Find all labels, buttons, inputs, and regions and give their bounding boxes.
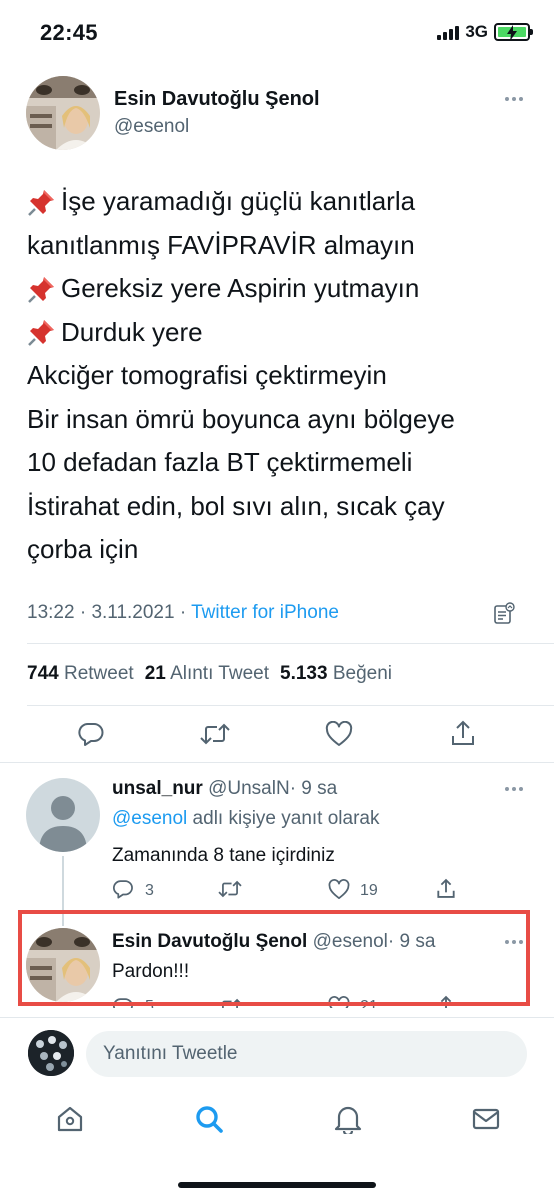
like-icon[interactable] xyxy=(328,879,350,900)
more-options-icon[interactable] xyxy=(505,787,523,791)
tweet-time: 13:22 xyxy=(27,602,75,623)
pushpin-icon xyxy=(28,276,54,303)
status-indicators: 3G xyxy=(437,22,533,42)
author-handle[interactable]: @esenol xyxy=(114,116,189,138)
signal-icon xyxy=(437,24,460,40)
reply-author-name[interactable]: unsal_nur xyxy=(112,778,203,799)
tweet-text: İşe yaramadığı güçlü kanıtlarla kanıtlan… xyxy=(27,180,527,572)
tweet-line-text: çorba için xyxy=(27,534,139,564)
tweet-line-text: Gereksiz yere Aspirin yutmayın xyxy=(61,273,420,303)
reply-to-suffix: adlı kişiye yanıt olarak xyxy=(187,808,380,829)
tweet-line-text: İstirahat edin, bol sıvı alın, sıcak çay xyxy=(27,490,445,521)
retweet-stat[interactable]: 744 Retweet xyxy=(27,663,134,685)
tweet-line-text: İşe yaramadığı güçlü kanıtlarla xyxy=(61,186,416,216)
tweet-line-text: Akciğer tomografisi çektirmeyin xyxy=(27,360,387,390)
like-stat[interactable]: 5.133 Beğeni xyxy=(280,663,392,685)
status-bar: 22:45 3G xyxy=(0,0,554,64)
home-icon[interactable] xyxy=(55,1104,85,1134)
tweet-line: Akciğer tomografisi çektirmeyin xyxy=(27,354,527,398)
quote-stat[interactable]: 21 Alıntı Tweet xyxy=(145,663,269,685)
tweet-line-text: Bir insan ömrü boyunca aynı bölgeye xyxy=(27,403,455,434)
divider xyxy=(0,762,554,763)
replying-to: @esenol adlı kişiye yanıt olarak xyxy=(112,808,379,830)
like-icon[interactable] xyxy=(325,721,353,747)
tweet-line: Bir insan ömrü boyunca aynı bölgeye xyxy=(27,398,527,442)
reply-compose-input[interactable] xyxy=(86,1031,527,1077)
battery-icon xyxy=(494,23,533,41)
tweet-line: çorba için xyxy=(27,528,527,572)
divider xyxy=(27,705,554,706)
reply-count: 3 xyxy=(145,882,154,899)
reply-time: · 9 sa xyxy=(289,778,338,799)
reply-header: unsal_nur @UnsalN· 9 sa xyxy=(112,778,337,800)
network-type: 3G xyxy=(465,22,488,41)
tweet-line: 10 defadan fazla BT çektirmemeli xyxy=(27,441,527,485)
reply-to-mention[interactable]: @esenol xyxy=(112,808,187,829)
status-time: 22:45 xyxy=(40,20,98,45)
tweet-line: kanıtlanmış FAVİPRAVİR almayın xyxy=(27,224,527,268)
more-options-icon[interactable] xyxy=(505,97,523,101)
search-icon[interactable] xyxy=(194,1104,224,1134)
tweet-line: İşe yaramadığı güçlü kanıtlarla xyxy=(27,180,527,224)
tweet-line-text: 10 defadan fazla BT çektirmemeli xyxy=(27,447,413,477)
pushpin-icon xyxy=(28,320,54,347)
notifications-icon[interactable] xyxy=(334,1104,362,1134)
reply-author-handle[interactable]: @UnsalN xyxy=(208,778,290,799)
author-name[interactable]: Esin Davutoğlu Şenol xyxy=(114,88,320,111)
reply-text: Zamanında 8 tane içirdiniz xyxy=(112,845,335,866)
meta-separator: · xyxy=(179,602,187,623)
tweet-line: Gereksiz yere Aspirin yutmayın xyxy=(27,267,527,311)
tweet-line: Durduk yere xyxy=(27,311,527,355)
messages-icon[interactable] xyxy=(471,1104,501,1134)
author-avatar[interactable] xyxy=(26,76,100,150)
tweet-line: İstirahat edin, bol sıvı alın, sıcak çay xyxy=(27,485,527,529)
analytics-icon[interactable] xyxy=(492,602,516,626)
user-avatar[interactable] xyxy=(28,1030,74,1076)
divider xyxy=(0,1017,554,1018)
tweet-line-text: kanıtlanmış FAVİPRAVİR almayın xyxy=(27,229,415,260)
tweet-source-link[interactable]: Twitter for iPhone xyxy=(191,602,339,623)
tweet-date: 3.11.2021 xyxy=(91,602,175,623)
tweet-stats: 744 Retweet 21 Alıntı Tweet 5.133 Beğeni xyxy=(27,663,392,685)
divider xyxy=(27,643,554,644)
reply-avatar[interactable] xyxy=(26,778,100,852)
tweet-meta: 13:22 · 3.11.2021 · Twitter for iPhone xyxy=(27,602,339,624)
share-icon[interactable] xyxy=(436,877,456,900)
like-count: 19 xyxy=(360,882,378,899)
retweet-icon[interactable] xyxy=(199,720,231,748)
pushpin-icon xyxy=(28,189,54,216)
highlight-box xyxy=(18,910,530,1006)
meta-separator: · xyxy=(79,602,87,623)
tweet-line-text: Durduk yere xyxy=(61,316,203,347)
reply-icon[interactable] xyxy=(77,720,105,748)
retweet-icon[interactable] xyxy=(217,878,243,900)
home-indicator xyxy=(178,1182,376,1188)
share-icon[interactable] xyxy=(450,719,476,747)
reply-icon[interactable] xyxy=(112,878,134,900)
